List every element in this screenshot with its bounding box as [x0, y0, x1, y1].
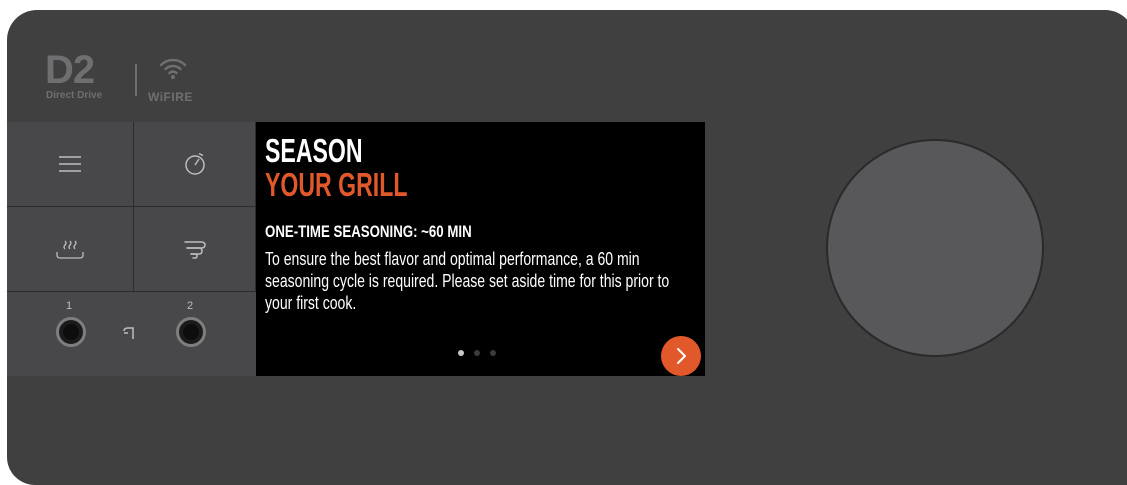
probe-icon [123, 327, 134, 339]
probe-2-jack[interactable] [176, 317, 206, 347]
direct-drive-label: Direct Drive [46, 90, 103, 101]
touch-screen[interactable]: SEASON YOUR GRILL ONE-TIME SEASONING: ~6… [256, 122, 705, 376]
probe-ports: 1 2 [7, 292, 256, 376]
menu-icon [59, 156, 81, 172]
page-indicator [458, 350, 496, 356]
timer-icon [184, 152, 205, 175]
logo-divider [135, 64, 137, 96]
keep-warm-icon [56, 240, 84, 259]
page-dot-1 [458, 350, 464, 356]
grill-controller-panel: D2 Direct Drive WiFIRE 1 2 SEASON YOUR G… [7, 10, 1127, 485]
probe-1-label: 1 [66, 300, 73, 312]
page-dot-3 [490, 350, 496, 356]
probe-1-jack[interactable] [56, 317, 86, 347]
control-dial[interactable] [826, 139, 1044, 357]
wifire-label: WiFIRE [148, 90, 193, 104]
probe-2-label: 2 [187, 300, 194, 312]
timer-button[interactable] [134, 122, 256, 207]
screen-title-line1: SEASON [265, 132, 363, 169]
keep-warm-button[interactable] [7, 207, 134, 292]
brand-logo: D2 Direct Drive WiFIRE [45, 50, 215, 106]
seasoning-description: To ensure the best flavor and optimal pe… [265, 249, 670, 313]
seasoning-subheading: ONE-TIME SEASONING: ~60 MIN [265, 222, 472, 241]
super-smoke-icon [183, 241, 206, 259]
d2-logo: D2 [45, 48, 95, 92]
screen-title-line2: YOUR GRILL [265, 166, 408, 203]
page-dot-2 [474, 350, 480, 356]
menu-button[interactable] [7, 122, 134, 207]
chevron-right-icon [677, 348, 686, 364]
next-button[interactable] [661, 336, 701, 376]
super-smoke-button[interactable] [134, 207, 256, 292]
wifi-icon [159, 58, 187, 79]
